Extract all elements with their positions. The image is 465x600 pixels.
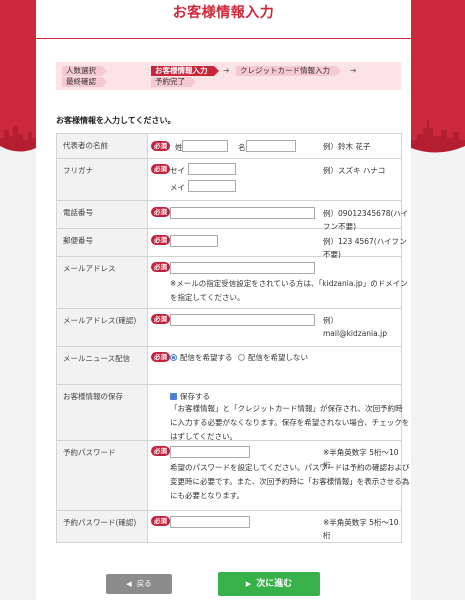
email-input[interactable] [170, 262, 315, 274]
city-skyline-right [411, 108, 465, 160]
form-panel: お客様情報入力 人数選択 お客様情報入力 ➔ クレジットカード情報入力 ➔ 最終… [36, 0, 411, 600]
required-badge: 必須 [151, 446, 170, 456]
label-password: 予約パスワード [56, 440, 148, 511]
password-confirm-hint: ※半角英数字 5桁〜10桁 [323, 518, 399, 540]
label-postal: 郵便番号 [56, 228, 148, 257]
progress-steps: 人数選択 お客様情報入力 ➔ クレジットカード情報入力 ➔ 最終確認 予約完了 [56, 62, 401, 90]
step-complete: 予約完了 [151, 77, 196, 87]
next-button[interactable]: ▶ 次に進む [218, 572, 320, 596]
newsletter-no-label[interactable]: 配信を希望しない [248, 352, 308, 363]
required-badge: 必須 [151, 207, 170, 217]
city-skyline-left [0, 108, 36, 160]
label-email: メールアドレス [56, 256, 148, 309]
password-input[interactable] [170, 446, 250, 458]
kana-sei-label: セイ [170, 166, 185, 175]
background-left-light [0, 160, 36, 600]
postal-input[interactable] [170, 235, 218, 247]
email-confirm-input[interactable] [170, 314, 315, 326]
required-badge: 必須 [151, 516, 170, 526]
row-phone: 電話番号 必須 例）09012345678(ハイフン不要) [56, 200, 408, 231]
row-postal: 郵便番号 必須 例）123 4567(ハイフン不要) [56, 228, 407, 259]
required-badge: 必須 [151, 314, 170, 324]
newsletter-yes-label[interactable]: 配信を希望する [180, 352, 233, 363]
chevron-right-icon: ▶ [245, 580, 252, 588]
label-newsletter: メールニュース配信 [56, 346, 148, 385]
required-badge: 必須 [151, 141, 170, 151]
kana-example: 例）スズキ ハナコ [323, 166, 386, 175]
required-badge: 必須 [151, 164, 170, 174]
name-example: 例）鈴木 花子 [323, 142, 371, 151]
step-people: 人数選択 [62, 66, 107, 76]
row-email: メールアドレス 必須 ※メールの指定受信設定をされている方は、「kidzania… [56, 256, 408, 309]
first-name-input[interactable] [246, 140, 296, 152]
customer-form-table: 代表者の名前 必須 姓 名 例）鈴木 花子 フリガナ 必須 セイ メイ 例）スズ… [56, 133, 410, 543]
step-arrow-icon: ➔ [223, 66, 230, 75]
step-arrow-icon: ➔ [350, 66, 357, 75]
background-right-light [411, 160, 465, 600]
password-confirm-input[interactable] [170, 516, 250, 528]
back-button-label: 戻る [136, 579, 152, 588]
save-info-note: 「お客様情報」と「クレジットカード情報」が保存され、次回予約時に入力する必要がな… [170, 404, 410, 441]
row-kana: フリガナ 必須 セイ メイ 例）スズキ ハナコ [56, 158, 402, 201]
mei-label: 名 [238, 143, 246, 152]
row-newsletter: メールニュース配信 必須 配信を希望する 配信を希望しない [56, 346, 402, 385]
last-name-input[interactable] [182, 140, 228, 152]
newsletter-yes-radio[interactable] [170, 354, 177, 361]
label-phone: 電話番号 [56, 200, 148, 229]
chevron-left-icon: ◀ [126, 580, 132, 588]
form-lead-text: お客様情報を入力してください。 [56, 116, 176, 125]
kana-first-name-input[interactable] [188, 180, 236, 192]
required-badge: 必須 [151, 352, 170, 362]
row-email-confirm: メールアドレス(確認) 必須 例）mail@kidzania.jp [56, 308, 402, 347]
step-customer-info: お客様情報入力 [151, 66, 218, 76]
label-save-info: お客様情報の保存 [56, 384, 148, 441]
label-password-confirm: 予約パスワード(確認) [56, 510, 148, 543]
save-info-checkbox[interactable] [170, 393, 177, 400]
newsletter-no-radio[interactable] [238, 354, 245, 361]
kana-mei-label: メイ [170, 183, 185, 192]
step-final-check: 最終確認 [62, 77, 107, 87]
label-name: 代表者の名前 [56, 133, 148, 159]
page-title: お客様情報入力 [172, 5, 275, 21]
label-email-confirm: メールアドレス(確認) [56, 308, 148, 347]
kana-last-name-input[interactable] [188, 163, 236, 175]
step-credit-card: クレジットカード情報入力 [236, 66, 341, 76]
row-save-info: お客様情報の保存 保存する 「お客様情報」と「クレジットカード情報」が保存され、… [56, 384, 409, 441]
row-password-confirm: 予約パスワード(確認) 必須 ※半角英数字 5桁〜10桁 [56, 510, 402, 543]
row-password: 予約パスワード 必須 ※半角英数字 5桁〜10桁 希望のパスワードを設定してくだ… [56, 440, 410, 511]
label-kana: フリガナ [56, 158, 148, 201]
password-note: 希望のパスワードを設定してください。パスワードは予約の確認および変更時に必要です… [170, 463, 410, 500]
email-note: ※メールの指定受信設定をされている方は、「kidzania.jp」のドメインを指… [170, 279, 408, 302]
email-confirm-example: 例）mail@kidzania.jp [323, 316, 387, 338]
required-badge: 必須 [151, 262, 170, 272]
next-button-label: 次に進む [256, 579, 293, 589]
back-button[interactable]: ◀ 戻る [106, 574, 172, 594]
title-divider [36, 38, 411, 39]
required-badge: 必須 [151, 235, 170, 245]
phone-input[interactable] [170, 207, 315, 219]
row-name: 代表者の名前 必須 姓 名 例）鈴木 花子 [56, 133, 402, 159]
save-info-label[interactable]: 保存する [180, 391, 210, 402]
